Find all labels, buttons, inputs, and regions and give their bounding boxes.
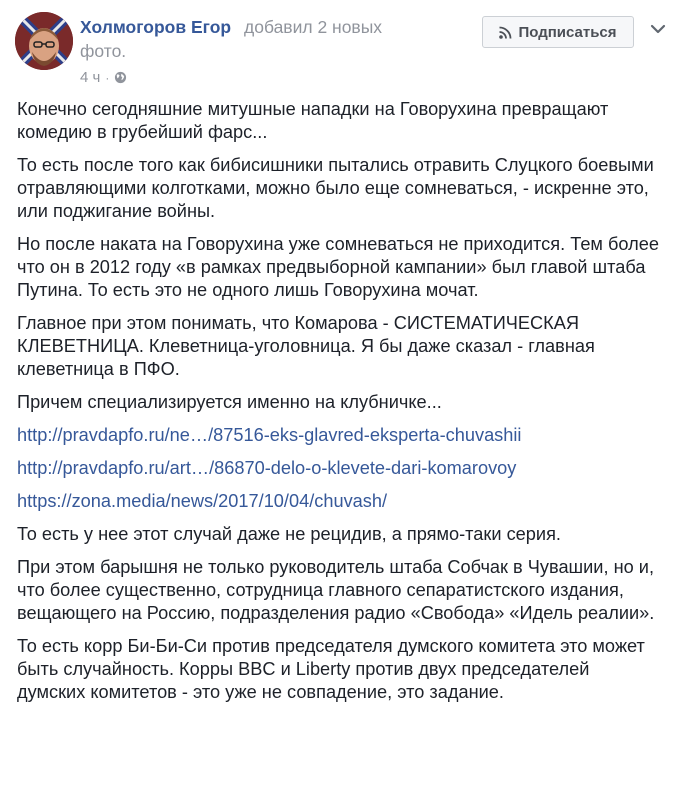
post-body: Конечно сегодняшние митушные нападки на …	[17, 98, 662, 714]
globe-icon[interactable]	[114, 71, 127, 84]
post-link-pravdapfo-1[interactable]: http://pravdapfo.ru/ne…/87516-eks-glavre…	[17, 424, 662, 447]
post-paragraph: Главное при этом понимать, что Комарова …	[17, 313, 595, 379]
post-timestamp[interactable]: 4 ч	[80, 69, 100, 86]
post-paragraph: При этом барышня не только руководитель …	[17, 557, 655, 623]
subscribe-button-label: Подписаться	[518, 23, 617, 41]
post-action-text: добавил 2 новых	[244, 17, 383, 37]
post-paragraph: То есть у нее этот случай даже не рециди…	[17, 524, 561, 544]
author-avatar[interactable]	[15, 12, 73, 70]
meta-separator: ·	[105, 70, 110, 85]
avatar-image	[15, 12, 73, 70]
post-link-zona-media[interactable]: https://zona.media/news/2017/10/04/chuva…	[17, 490, 662, 513]
facebook-post: Холмогоров Егор добавил 2 новых фото. 4 …	[0, 0, 675, 797]
chevron-down-icon[interactable]	[650, 22, 666, 36]
post-paragraph: То есть корр Би-Би-Си против председател…	[17, 636, 645, 702]
post-link-pravdapfo-2[interactable]: http://pravdapfo.ru/art…/86870-delo-o-kl…	[17, 457, 662, 480]
post-paragraph: То есть после того как бибисишники пытал…	[17, 155, 654, 221]
rss-icon	[499, 26, 512, 39]
post-paragraph: Конечно сегодняшние митушные нападки на …	[17, 99, 609, 142]
subscribe-button[interactable]: Подписаться	[482, 16, 634, 48]
post-paragraph: Причем специализируется именно на клубни…	[17, 392, 442, 412]
post-paragraph: Но после наката на Говорухина уже сомнев…	[17, 234, 659, 300]
post-meta: 4 ч ·	[80, 69, 127, 86]
post-action-text-continued[interactable]: фото.	[80, 41, 126, 62]
author-name-link[interactable]: Холмогоров Егор	[80, 17, 231, 38]
